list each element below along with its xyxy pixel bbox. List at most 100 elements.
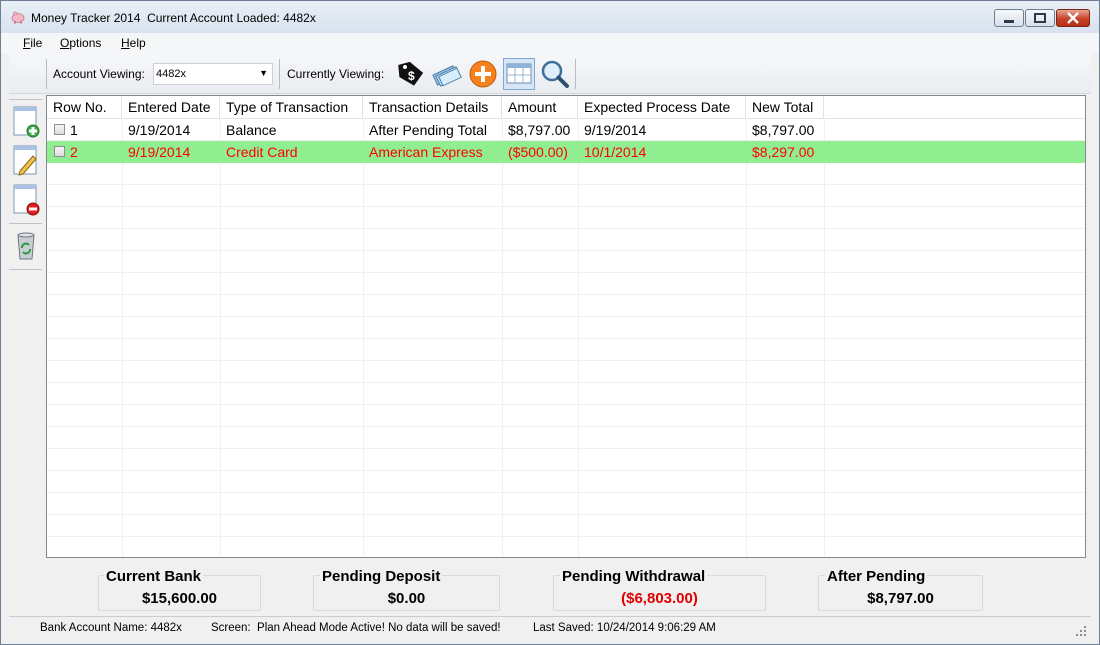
grid-row-line — [47, 448, 1085, 449]
cell-amount: $8,797.00 — [508, 122, 571, 138]
cell-row-no: 2 — [70, 144, 78, 160]
cell-row-no: 1 — [70, 122, 78, 138]
grid-row-line — [47, 514, 1085, 515]
grid-row-line — [47, 338, 1085, 339]
close-icon — [1067, 12, 1079, 24]
grid-row-line — [47, 294, 1085, 295]
maximize-button[interactable] — [1025, 9, 1055, 27]
svg-text:$: $ — [408, 69, 415, 83]
cell-details: American Express — [369, 144, 483, 160]
view-tags-button[interactable]: $ — [395, 58, 427, 90]
minimize-button[interactable] — [994, 9, 1024, 27]
pending-deposit-value: $0.00 — [387, 590, 426, 607]
status-screen-mode: Screen: Plan Ahead Mode Active! No data … — [211, 622, 501, 634]
column-header-details[interactable]: Transaction Details — [363, 96, 502, 118]
account-viewing-label: Account Viewing: — [53, 67, 145, 81]
grid-row-line — [47, 492, 1085, 493]
tag-icon: $ — [398, 61, 424, 86]
add-transaction-button[interactable] — [467, 58, 499, 90]
row-checkbox[interactable] — [54, 146, 65, 157]
grid-row-line — [47, 272, 1085, 273]
edit-row-icon — [13, 145, 37, 176]
grid-row-line — [47, 536, 1085, 537]
transactions-grid[interactable]: Row No. Entered Date Type of Transaction… — [46, 95, 1086, 558]
current-bank-value: $15,600.00 — [141, 590, 218, 607]
status-bank-account: Bank Account Name: 4482x — [40, 622, 182, 634]
menu-file[interactable]: File — [23, 36, 42, 50]
grid-row-line — [47, 360, 1085, 361]
pending-deposit-label: Pending Deposit — [320, 568, 443, 585]
row-tools-sidebar — [9, 97, 42, 277]
summary-panel: Current Bank $15,600.00 Pending Deposit … — [46, 561, 1086, 616]
status-last-saved: Last Saved: 10/24/2014 9:06:29 AM — [533, 622, 716, 634]
currently-viewing-label: Currently Viewing: — [287, 67, 385, 81]
cell-amount: ($500.00) — [508, 144, 568, 160]
column-header-entered-date[interactable]: Entered Date — [122, 96, 220, 118]
minimize-icon — [1004, 20, 1014, 23]
column-header-row-no[interactable]: Row No. — [47, 96, 122, 118]
menu-help[interactable]: Help — [121, 36, 146, 50]
toolbar-separator — [279, 59, 280, 89]
grid-row-line — [47, 228, 1085, 229]
toolbar-separator — [575, 59, 576, 89]
pending-withdrawal-label: Pending Withdrawal — [560, 568, 708, 585]
after-pending-label: After Pending — [825, 568, 928, 585]
recycle-bin-button[interactable] — [12, 229, 40, 263]
calendar-view-icon — [506, 63, 532, 84]
menu-bar: File Options Help — [1, 33, 1099, 53]
grid-row-line — [47, 382, 1085, 383]
grid-row-line — [47, 470, 1085, 471]
grid-row-line — [47, 250, 1085, 251]
search-button[interactable] — [539, 58, 571, 90]
sidebar-separator — [9, 269, 42, 270]
table-row-highlighted[interactable]: 2 9/19/2014 Credit Card American Express… — [47, 141, 1085, 163]
edit-row-button[interactable] — [12, 144, 40, 178]
delete-row-button[interactable] — [12, 183, 40, 217]
app-window: Money Tracker 2014 Current Account Loade… — [0, 0, 1100, 645]
after-pending-value: $8,797.00 — [867, 590, 934, 607]
grid-row-line — [47, 404, 1085, 405]
resize-grip-icon[interactable] — [1075, 625, 1087, 637]
add-circle-icon — [469, 60, 497, 88]
cell-entered-date: 9/19/2014 — [128, 144, 191, 160]
toolbar: Account Viewing: 4482x ▼ Currently Viewi… — [9, 53, 1091, 94]
current-bank-label: Current Bank — [104, 568, 204, 585]
cell-expected-date: 10/1/2014 — [584, 144, 647, 160]
cell-details: After Pending Total — [369, 122, 488, 138]
title-bar[interactable]: Money Tracker 2014 Current Account Loade… — [1, 1, 1099, 33]
cell-expected-date: 9/19/2014 — [584, 122, 647, 138]
checks-icon — [432, 65, 462, 87]
cell-entered-date: 9/19/2014 — [128, 122, 191, 138]
add-row-button[interactable] — [12, 105, 40, 139]
close-button[interactable] — [1056, 9, 1090, 27]
sidebar-separator — [9, 99, 42, 100]
calendar-view-button[interactable] — [503, 58, 535, 90]
status-bar: Bank Account Name: 4482x Screen: Plan Ah… — [9, 616, 1091, 641]
table-row[interactable]: 1 9/19/2014 Balance After Pending Total … — [47, 119, 1085, 141]
account-select[interactable]: 4482x ▼ — [153, 63, 273, 85]
delete-row-icon — [13, 184, 40, 216]
add-row-icon — [13, 106, 40, 138]
grid-row-line — [47, 316, 1085, 317]
view-checks-button[interactable] — [431, 58, 463, 90]
grid-row-line — [47, 426, 1085, 427]
grid-header: Row No. Entered Date Type of Transaction… — [47, 96, 1085, 119]
cell-type: Credit Card — [226, 144, 298, 160]
maximize-icon — [1034, 13, 1046, 23]
column-header-amount[interactable]: Amount — [502, 96, 578, 118]
column-header-new-total[interactable]: New Total — [746, 96, 824, 118]
grid-row-line — [47, 206, 1085, 207]
menu-options[interactable]: Options — [60, 36, 101, 50]
window-title: Money Tracker 2014 Current Account Loade… — [31, 11, 316, 25]
toolbar-separator — [46, 59, 47, 89]
pending-withdrawal-value: ($6,803.00) — [621, 590, 698, 607]
column-header-expected-date[interactable]: Expected Process Date — [578, 96, 746, 118]
grid-row-line — [47, 184, 1085, 185]
sidebar-separator — [9, 223, 42, 224]
search-icon — [541, 60, 569, 88]
chevron-down-icon: ▼ — [259, 68, 268, 78]
account-select-value: 4482x — [156, 68, 186, 80]
column-header-type[interactable]: Type of Transaction — [220, 96, 363, 118]
row-checkbox[interactable] — [54, 124, 65, 135]
cell-type: Balance — [226, 122, 277, 138]
